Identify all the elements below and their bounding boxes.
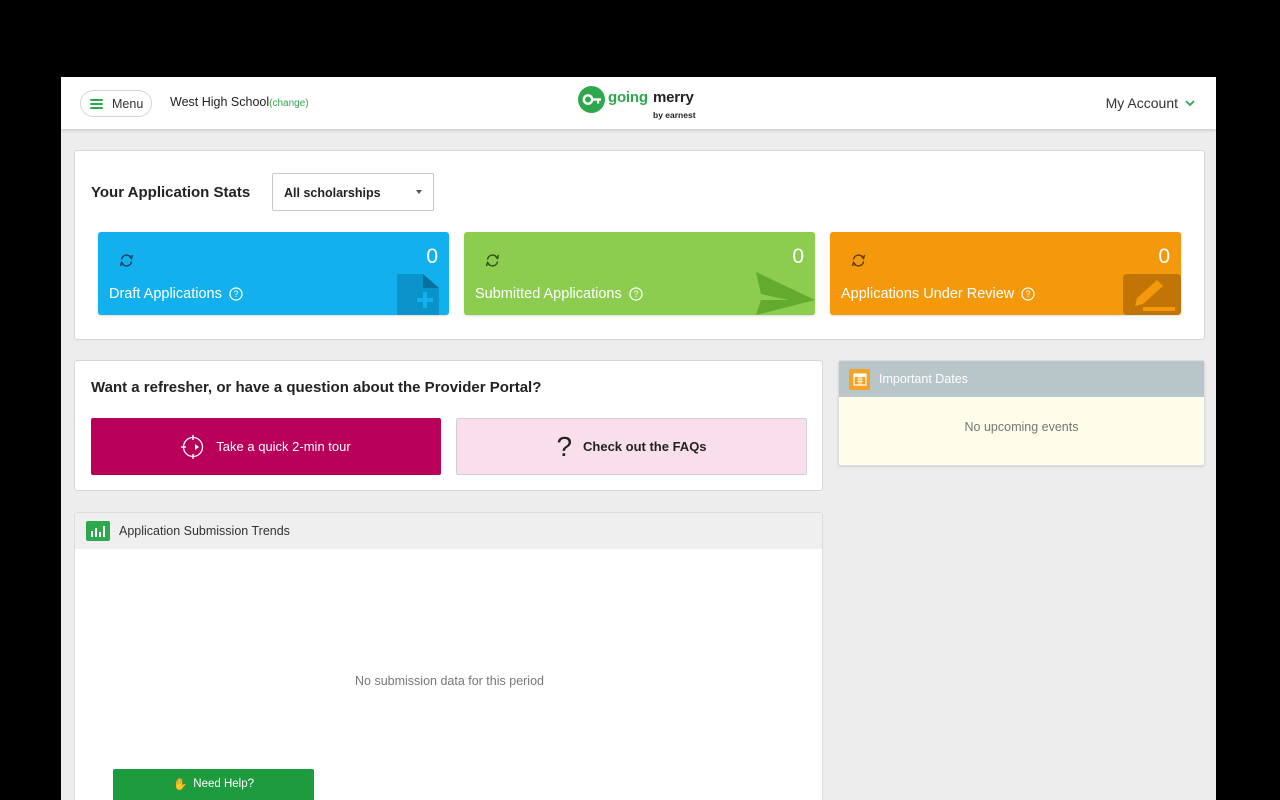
help-circle-icon[interactable]: ?: [229, 287, 243, 301]
important-dates-title: Important Dates: [879, 372, 968, 386]
provider-portal-help-card: Want a refresher, or have a question abo…: [74, 360, 823, 491]
submitted-label-row: Submitted Applications ?: [475, 286, 643, 302]
submitted-label: Submitted Applications: [475, 286, 622, 302]
help-circle-icon[interactable]: ?: [1021, 287, 1035, 301]
submission-trends-empty: No submission data for this period: [355, 674, 544, 688]
review-label-row: Applications Under Review ?: [841, 286, 1035, 302]
help-circle-icon[interactable]: ?: [629, 287, 643, 301]
bar-chart-icon: [86, 521, 110, 541]
school-selector: West High School(change): [170, 95, 309, 109]
my-account-dropdown[interactable]: My Account: [1106, 95, 1195, 111]
school-name: West High School: [170, 95, 270, 109]
need-help-label: Need Help?: [193, 778, 255, 790]
calendar-icon: [849, 368, 870, 390]
logo-byline: by earnest: [653, 110, 696, 120]
review-label: Applications Under Review: [841, 286, 1015, 302]
svg-text:?: ?: [633, 289, 638, 299]
application-stats-card: Your Application Stats All scholarships …: [74, 150, 1205, 340]
submission-trends-title: Application Submission Trends: [119, 524, 290, 538]
draft-label-row: Draft Applications ?: [109, 286, 243, 302]
chevron-down-icon: [1185, 99, 1195, 106]
hamburger-icon: [90, 98, 103, 109]
take-tour-label: Take a quick 2-min tour: [216, 439, 351, 454]
key-logo-icon: [578, 86, 605, 113]
stat-card-submitted[interactable]: 0 Submitted Applications ?: [464, 232, 815, 315]
important-dates-card: Important Dates No upcoming events: [838, 360, 1205, 466]
review-count: 0: [1158, 245, 1170, 268]
compass-icon: [181, 434, 204, 459]
need-help-button[interactable]: ✋ Need Help?: [113, 769, 314, 800]
question-mark-icon: ?: [556, 430, 573, 462]
menu-label: Menu: [112, 96, 144, 111]
caret-down-icon: [416, 190, 422, 194]
scholarship-filter-select[interactable]: All scholarships: [272, 173, 434, 211]
submitted-count: 0: [792, 245, 804, 268]
submission-trends-card: Application Submission Trends No submiss…: [74, 512, 823, 800]
logo-word-going: going: [608, 89, 648, 106]
stats-title: Your Application Stats: [91, 184, 251, 201]
scholarship-filter-value: All scholarships: [284, 186, 381, 200]
stat-card-draft[interactable]: 0 Draft Applications ?: [98, 232, 449, 315]
going-merry-logo[interactable]: going merry by earnest: [578, 86, 703, 122]
document-icon: [397, 274, 439, 315]
raised-hand-icon: ✋: [172, 779, 188, 791]
app-window: Menu West High School(change) going merr…: [61, 77, 1216, 800]
important-dates-header: Important Dates: [839, 361, 1204, 397]
important-dates-empty: No upcoming events: [839, 397, 1204, 465]
refresh-icon: [485, 254, 500, 267]
change-school-link[interactable]: (change): [269, 98, 308, 109]
refresh-icon: [851, 254, 866, 267]
my-account-label: My Account: [1105, 95, 1178, 111]
faq-label: Check out the FAQs: [583, 439, 707, 454]
take-tour-button[interactable]: Take a quick 2-min tour: [91, 418, 441, 475]
send-icon: [756, 272, 815, 315]
submission-trends-header: Application Submission Trends: [75, 513, 822, 549]
logo-word-merry: merry: [653, 89, 694, 106]
edit-icon: [1123, 274, 1181, 315]
refresher-title: Want a refresher, or have a question abo…: [91, 379, 542, 396]
menu-button[interactable]: Menu: [80, 90, 152, 117]
top-navigation-bar: Menu West High School(change) going merr…: [61, 77, 1216, 129]
stat-card-under-review[interactable]: 0 Applications Under Review ?: [830, 232, 1181, 315]
faq-button[interactable]: ? Check out the FAQs: [456, 418, 807, 475]
svg-text:?: ?: [233, 289, 238, 299]
draft-label: Draft Applications: [109, 286, 222, 302]
svg-text:?: ?: [1026, 289, 1031, 299]
refresh-icon: [119, 254, 134, 267]
draft-count: 0: [426, 245, 438, 268]
